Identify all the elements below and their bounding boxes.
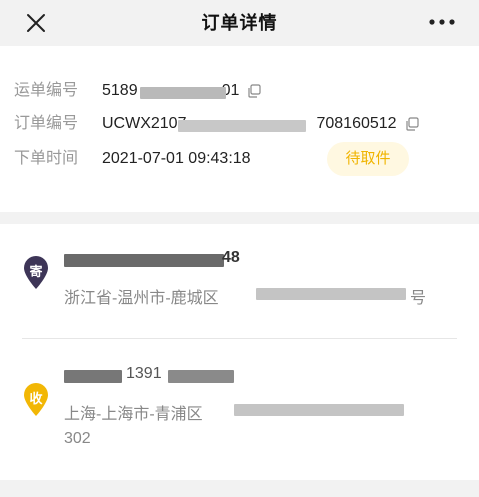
- order-time-row: 下单时间 2021-07-01 09:43:18: [14, 147, 251, 171]
- waybill-value: 5189: [102, 82, 138, 99]
- redacted-receiver-name: [64, 370, 122, 383]
- order-number-label: 订单编号: [14, 115, 79, 132]
- address-card: 寄 48 浙江省-温州市-鹿城区 号 收 1391 上海-上海市-青浦区 302: [0, 224, 479, 480]
- receiver-address-line2: 302: [64, 430, 91, 447]
- sender-phone-tail: 48: [222, 249, 240, 266]
- receiver-region: 上海-上海市-青浦区: [64, 406, 203, 423]
- order-time-label: 下单时间: [14, 150, 79, 167]
- sender-region: 浙江省-温州市-鹿城区: [64, 290, 219, 307]
- receiver-badge-text: 收: [29, 391, 43, 406]
- redacted-receiver-phone: [168, 370, 234, 383]
- redacted-sender-name: [64, 254, 224, 267]
- order-time-value: 2021-07-01 09:43:18: [102, 150, 251, 167]
- address-divider: [22, 338, 457, 339]
- page-title: 订单详情: [201, 13, 278, 33]
- waybill-label: 运单编号: [14, 82, 79, 99]
- sender-address-tail: 号: [410, 290, 427, 307]
- receiver-phone-part: 1391: [126, 365, 162, 382]
- status-badge: 待取件: [327, 142, 409, 176]
- order-number-value: UCWX2107: [102, 115, 187, 132]
- redacted-waybill: [140, 87, 226, 99]
- top-bar: 订单详情: [0, 0, 479, 46]
- copy-waybill-icon[interactable]: [247, 84, 261, 98]
- copy-order-number-icon[interactable]: [405, 117, 419, 131]
- redacted-receiver-address: [234, 404, 404, 416]
- order-info-card: 运单编号 5189 01 订单编号 UCWX2107 708160512 下单时间 202…: [0, 46, 479, 212]
- redacted-sender-address: [256, 288, 406, 300]
- bottom-spacer: [0, 480, 479, 497]
- redacted-order-number: [178, 120, 306, 132]
- sender-badge-text: 寄: [29, 264, 43, 279]
- more-options-icon[interactable]: [427, 12, 457, 32]
- order-number-value-tail: 708160512: [316, 115, 397, 132]
